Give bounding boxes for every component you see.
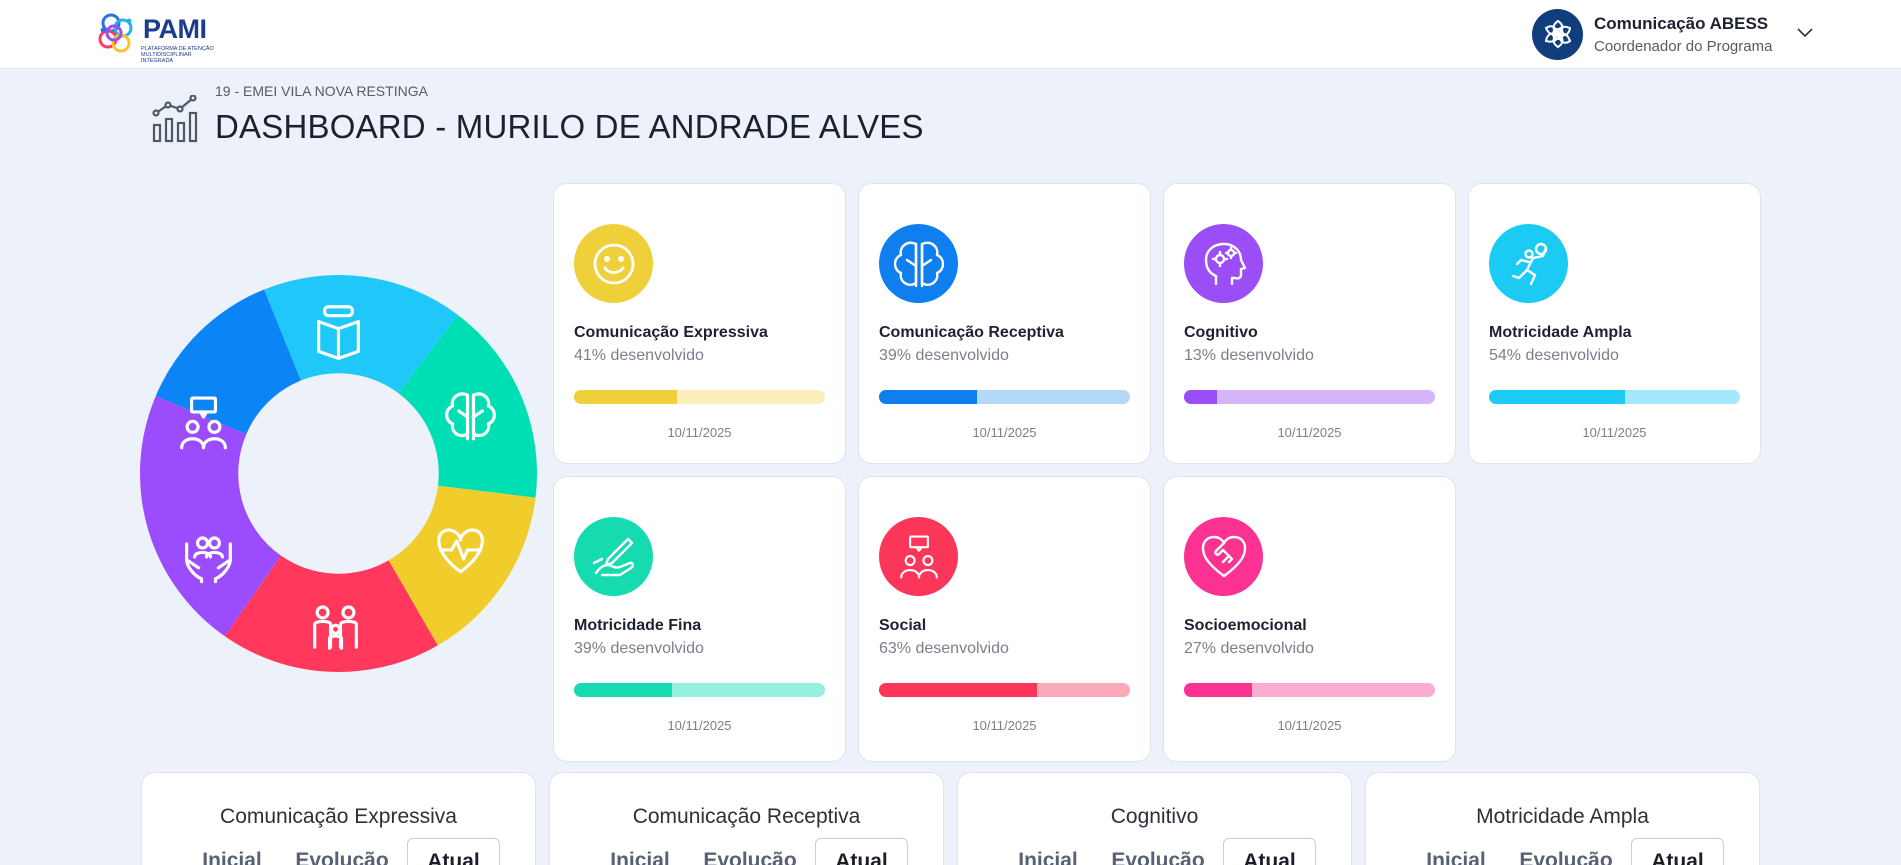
panel-comunicacao-receptiva: Comunicação Receptiva Inicial Evolução A… xyxy=(549,772,944,865)
chevron-down-icon[interactable] xyxy=(1795,22,1815,42)
card-title: Socioemocional xyxy=(1184,617,1307,634)
card-icon-badge xyxy=(574,224,653,303)
head-gears-icon xyxy=(1204,242,1246,285)
page-title: DASHBOARD - MURILO DE ANDRADE ALVES xyxy=(215,108,924,145)
pami-logo-icon xyxy=(98,13,133,53)
progress-bar xyxy=(1489,390,1740,404)
card-comunicacao-receptiva[interactable]: Comunicação Receptiva 39% desenvolvido 1… xyxy=(858,183,1151,464)
progress-bar xyxy=(1184,683,1435,697)
tab-inicial[interactable]: Inicial xyxy=(192,838,272,865)
card-date: 10/11/2025 xyxy=(1277,425,1342,440)
progress-bar xyxy=(574,683,825,697)
brain-icon xyxy=(893,241,944,287)
brand-name: PAMI xyxy=(143,14,207,44)
panel-title: Comunicação Receptiva xyxy=(632,805,861,828)
breadcrumb: 19 - EMEI VILA NOVA RESTINGA xyxy=(215,83,428,99)
tab-inicial[interactable]: Inicial xyxy=(1416,838,1496,865)
card-icon-badge xyxy=(1184,224,1263,303)
user-menu[interactable]: Comunicação ABESS Coordenador do Program… xyxy=(1532,8,1822,60)
brand-tagline: PLATAFORMA DE ATENÇÃO MULTIDISCIPLINAR I… xyxy=(141,46,214,64)
panel-title: Comunicação Expressiva xyxy=(220,805,457,828)
user-role: Coordenador do Programa xyxy=(1594,37,1773,55)
tab-atual[interactable]: Atual xyxy=(1223,838,1316,865)
card-percent: 27% desenvolvido xyxy=(1184,640,1314,657)
card-date: 10/11/2025 xyxy=(972,425,1037,440)
card-motricidade-fina[interactable]: Motricidade Fina 39% desenvolvido 10/11/… xyxy=(553,476,846,762)
heart-handshake-icon xyxy=(1201,535,1246,577)
card-title: Motricidade Fina xyxy=(574,617,702,634)
card-social[interactable]: Social 63% desenvolvido 10/11/2025 xyxy=(858,476,1151,762)
card-percent: 39% desenvolvido xyxy=(574,640,704,657)
panel-title: Motricidade Ampla xyxy=(1476,805,1649,828)
progress-bar xyxy=(879,683,1130,697)
card-icon-badge xyxy=(879,224,958,303)
progress-bar xyxy=(879,390,1130,404)
card-icon-badge xyxy=(574,517,653,596)
tab-evolucao[interactable]: Evolução xyxy=(1511,838,1621,865)
pami-logo[interactable]: PAMI PLATAFORMA DE ATENÇÃO MULTIDISCIPLI… xyxy=(95,12,225,64)
card-date: 10/11/2025 xyxy=(972,718,1037,733)
athlete-icon xyxy=(1511,242,1547,285)
tab-evolucao[interactable]: Evolução xyxy=(695,838,805,865)
progress-fill xyxy=(574,683,672,697)
card-icon-badge xyxy=(1489,224,1568,303)
progress-fill xyxy=(574,390,677,404)
card-socioemocional[interactable]: Socioemocional 27% desenvolvido 10/11/20… xyxy=(1163,476,1456,762)
hand-writing-icon xyxy=(592,537,634,576)
smiley-icon xyxy=(593,243,634,284)
tab-inicial[interactable]: Inicial xyxy=(600,838,680,865)
card-percent: 41% desenvolvido xyxy=(574,347,704,364)
card-icon-badge xyxy=(879,517,958,596)
analytics-chart-icon xyxy=(152,95,198,143)
card-date: 10/11/2025 xyxy=(1582,425,1647,440)
panel-motricidade-ampla: Motricidade Ampla Inicial Evolução Atual xyxy=(1365,772,1760,865)
panel-cognitivo: Cognitivo Inicial Evolução Atual xyxy=(957,772,1352,865)
tab-atual[interactable]: Atual xyxy=(1631,838,1724,865)
progress-fill xyxy=(1184,390,1217,404)
card-percent: 54% desenvolvido xyxy=(1489,347,1619,364)
people-chat-icon xyxy=(899,534,938,579)
avatar xyxy=(1532,8,1583,60)
top-bar: PAMI PLATAFORMA DE ATENÇÃO MULTIDISCIPLI… xyxy=(0,0,1901,69)
progress-bar xyxy=(574,390,825,404)
card-comunicacao-expressiva[interactable]: Comunicação Expressiva 41% desenvolvido … xyxy=(553,183,846,464)
card-title: Motricidade Ampla xyxy=(1489,324,1632,341)
card-title: Cognitivo xyxy=(1184,324,1258,341)
user-name: Comunicação ABESS xyxy=(1594,13,1769,33)
card-title: Comunicação Expressiva xyxy=(574,324,768,341)
progress-fill xyxy=(1184,683,1252,697)
card-date: 10/11/2025 xyxy=(667,425,732,440)
progress-fill xyxy=(879,683,1038,697)
development-donut xyxy=(140,275,537,672)
card-icon-badge xyxy=(1184,517,1263,596)
card-cognitivo[interactable]: Cognitivo 13% desenvolvido 10/11/2025 xyxy=(1163,183,1456,464)
card-title: Social xyxy=(879,617,927,634)
tab-evolucao[interactable]: Evolução xyxy=(287,838,397,865)
knot-logo-icon xyxy=(1544,19,1571,49)
panel-title: Cognitivo xyxy=(1110,805,1199,828)
tab-atual[interactable]: Atual xyxy=(815,838,908,865)
card-date: 10/11/2025 xyxy=(667,718,732,733)
card-date: 10/11/2025 xyxy=(1277,718,1342,733)
progress-bar xyxy=(1184,390,1435,404)
card-percent: 63% desenvolvido xyxy=(879,640,1009,657)
card-percent: 39% desenvolvido xyxy=(879,347,1009,364)
card-title: Comunicação Receptiva xyxy=(879,324,1064,341)
tab-atual[interactable]: Atual xyxy=(407,838,500,865)
tab-evolucao[interactable]: Evolução xyxy=(1103,838,1213,865)
card-percent: 13% desenvolvido xyxy=(1184,347,1314,364)
panel-comunicacao-expressiva: Comunicação Expressiva Inicial Evolução … xyxy=(141,772,536,865)
progress-fill xyxy=(1489,390,1625,404)
progress-fill xyxy=(879,390,977,404)
tab-inicial[interactable]: Inicial xyxy=(1008,838,1088,865)
card-motricidade-ampla[interactable]: Motricidade Ampla 54% desenvolvido 10/11… xyxy=(1468,183,1761,464)
